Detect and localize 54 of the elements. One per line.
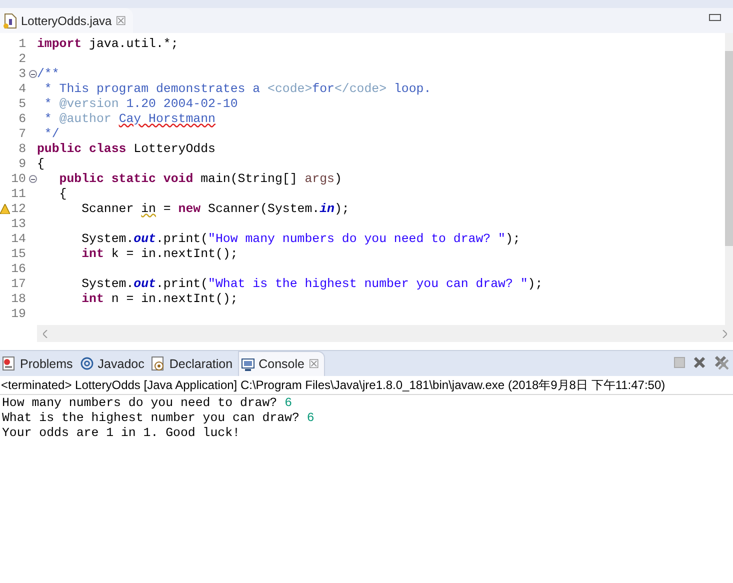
code-line: { [58,187,68,202]
line-number: 9 [18,157,26,172]
minimize-icon[interactable] [709,14,721,21]
console-header: <terminated> LotteryOdds [Java Application] C:\Program Files\Java\jre1.8.0_181\bin\javaw.exe (2018年9月8日 下午11:47:50) [0,376,733,395]
line-number: 11 [10,187,26,202]
code-line: /** [37,67,60,82]
code-line: * @author Cay Horstmann [43,112,216,127]
line-number: 1 [18,37,26,52]
code-line: System.out.print("How many numbers do you need to draw? "); [80,232,522,247]
line-number: 18 [10,292,26,307]
code-line: public class LotteryOdds [37,142,216,157]
vertical-scrollbar[interactable] [725,33,733,325]
console-line: Your odds are 1 in 1. Good luck! [1,426,241,441]
view-tab[interactable]: Javadoc [78,351,150,376]
remove-all-icon[interactable] [714,355,729,370]
line-number: 12 [0,202,26,217]
problems-icon [2,356,16,371]
line-number: 19 [10,307,26,322]
line-number: 14 [10,232,26,247]
line-number: 17 [10,277,26,292]
fold-icon[interactable] [29,175,37,183]
scroll-right-icon[interactable] [722,330,727,338]
line-number: 4 [18,82,26,97]
code-line: import java.util.*; [37,37,180,52]
code-line: int n = in.nextInt(); [80,292,239,307]
line-number: 2 [18,52,26,67]
editor-tab[interactable]: LotteryOdds.java ☒ [0,8,133,33]
declaration-icon [151,356,166,371]
line-number: 15 [10,247,26,262]
horizontal-scrollbar[interactable] [37,325,733,342]
view-tab[interactable]: Console ☒ [238,351,326,376]
line-number: 6 [18,112,26,127]
scroll-left-icon[interactable] [43,330,48,338]
code-line: { [37,157,46,172]
view-tab[interactable]: Declaration [149,351,238,376]
view-tab[interactable]: Problems [0,351,78,376]
remove-launch-icon[interactable] [693,356,706,369]
code-line: int k = in.nextInt(); [80,247,239,262]
code-line: * @version 1.20 2004-02-10 [43,97,239,112]
line-number: 5 [18,97,26,112]
line-number: 16 [10,262,26,277]
code-line: Scanner in = new Scanner(System.in); [80,202,350,217]
code-line: * This program demonstrates a <code>for</code> loop. [43,82,432,97]
code-line: */ [43,127,60,142]
line-number: 8 [18,142,26,157]
code-line: System.out.print("What is the highest number you can draw? "); [80,277,544,292]
java-file-icon [3,12,17,28]
console-icon [240,356,255,372]
line-number: 13 [10,217,26,232]
line-number: 7 [18,127,26,142]
console-line: What is the highest number you can draw? 6 [1,411,316,426]
code-line: public static void main(String[] args) [58,172,343,187]
console-line: How many numbers do you need to draw? 6 [1,396,293,411]
fold-icon[interactable] [29,70,37,78]
